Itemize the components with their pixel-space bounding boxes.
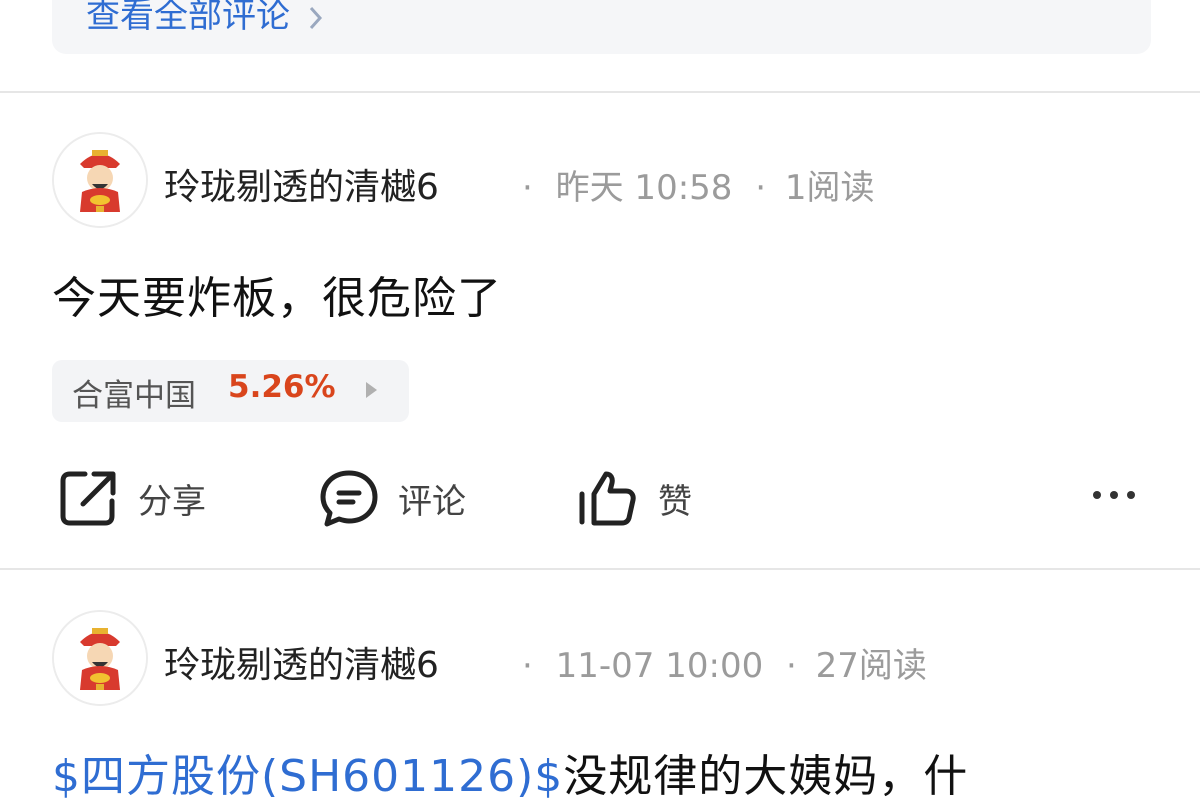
comments-preview-card: 查看全部评论 xyxy=(52,0,1151,54)
like-label: 赞 xyxy=(658,482,692,522)
play-arrow-icon xyxy=(366,382,377,398)
post-read-count: 1阅读 xyxy=(784,168,875,208)
like-button[interactable]: 赞 xyxy=(578,466,728,528)
meta-separator: · xyxy=(786,646,797,686)
meta-separator: · xyxy=(522,646,533,686)
avatar[interactable] xyxy=(52,610,148,706)
post-time: 昨天 10:58 xyxy=(555,168,733,208)
meta-separator: · xyxy=(755,168,767,208)
post-author-name[interactable]: 玲珑剔透的清樾6 xyxy=(164,636,439,688)
stock-link[interactable]: $四方股份(SH601126)$ xyxy=(52,751,563,802)
post-author-name[interactable]: 玲珑剔透的清樾6 xyxy=(164,158,439,210)
share-label: 分享 xyxy=(138,482,206,522)
post-time: 11-07 10:00 xyxy=(555,646,764,686)
comment-button[interactable]: 评论 xyxy=(318,466,488,528)
avatar-image xyxy=(54,612,146,704)
avatar-image xyxy=(54,134,146,226)
comment-icon xyxy=(320,470,378,527)
more-icon[interactable] xyxy=(1093,488,1141,502)
view-all-comments-link[interactable]: 查看全部评论 xyxy=(86,0,325,37)
view-all-comments-label: 查看全部评论 xyxy=(86,0,290,36)
chevron-right-icon xyxy=(309,6,322,29)
post-divider xyxy=(0,91,1200,93)
share-button[interactable]: 分享 xyxy=(58,466,228,528)
stock-name: 合富中国 xyxy=(72,378,196,414)
meta-separator: · xyxy=(522,168,533,208)
stock-tag[interactable]: 合富中国 5.26% xyxy=(52,360,409,422)
post-divider xyxy=(0,568,1200,570)
post-read-count: 27阅读 xyxy=(815,646,927,686)
post-content[interactable]: 今天要炸板，很危险了 xyxy=(52,262,502,326)
stock-change: 5.26% xyxy=(228,369,336,405)
avatar[interactable] xyxy=(52,132,148,228)
comment-label: 评论 xyxy=(398,482,466,522)
like-icon xyxy=(579,471,636,526)
post-content[interactable]: $四方股份(SH601126)$没规律的大姨妈，什 xyxy=(52,740,968,804)
share-icon xyxy=(60,471,116,526)
post-content-text: 没规律的大姨妈，什 xyxy=(563,751,969,802)
